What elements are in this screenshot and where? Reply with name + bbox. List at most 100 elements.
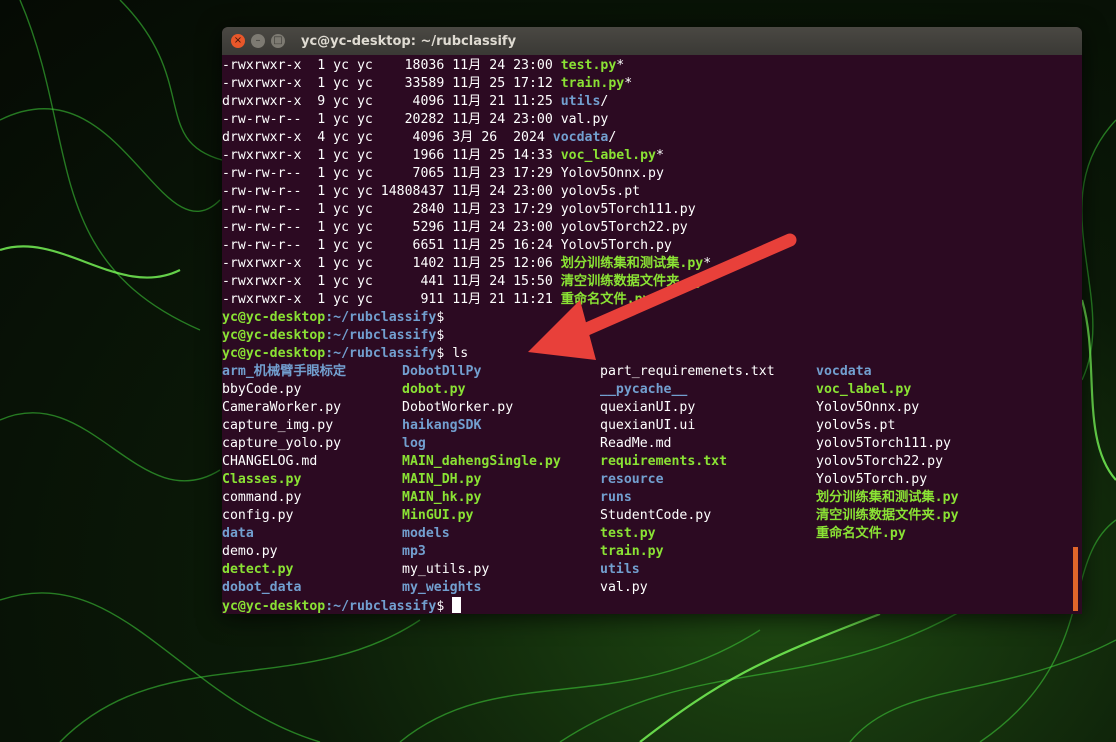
- listing-row: -rwxrwxr-x 1 yc yc 1966 11月 25 14:33 voc…: [222, 147, 1082, 165]
- maximize-button[interactable]: □: [271, 34, 285, 48]
- listing-row: -rw-rw-r-- 1 yc yc 20282 11月 24 23:00 va…: [222, 111, 1082, 129]
- ls-row: config.py MinGUI.py StudentCode.py 清空训练数据文件…: [222, 507, 1082, 525]
- ls-entry: data: [222, 526, 254, 541]
- maximize-icon: □: [273, 35, 283, 46]
- ls-entry: Classes.py: [222, 472, 302, 487]
- listing-row: -rw-rw-r-- 1 yc yc 14808437 11月 24 23:00…: [222, 183, 1082, 201]
- ls-entry: haikangSDK: [402, 418, 482, 433]
- prompt-line: yc@yc-desktop:~/rubclassify$: [222, 597, 1082, 614]
- terminal-window[interactable]: × – □ yc@yc-desktop: ~/rubclassify -rwxr…: [222, 27, 1082, 614]
- title-bar[interactable]: × – □ yc@yc-desktop: ~/rubclassify: [222, 27, 1082, 55]
- scrollbar[interactable]: [1073, 547, 1078, 611]
- listing-meta: -rw-rw-r-- 1 yc yc 2840 11月 23 17:29: [222, 202, 561, 217]
- ls-entry: 划分训练集和测试集.py: [816, 490, 959, 505]
- listing-filename: utils: [560, 94, 601, 109]
- listing-row: -rw-rw-r-- 1 yc yc 6651 11月 25 16:24 Yol…: [222, 237, 1082, 255]
- listing-suffix: *: [703, 274, 712, 289]
- listing-meta: -rwxrwxr-x 1 yc yc 18036 11月 24 23:00: [222, 58, 561, 73]
- minimize-button[interactable]: –: [251, 34, 265, 48]
- listing-row: drwxrwxr-x 4 yc yc 4096 3月 26 2024 vocda…: [222, 129, 1082, 147]
- listing-filename: test.py: [560, 58, 617, 73]
- close-button[interactable]: ×: [231, 34, 245, 48]
- prompt-path: :~/rubclassify: [325, 328, 437, 343]
- ls-entry: MinGUI.py: [402, 508, 474, 523]
- terminal-output[interactable]: -rwxrwxr-x 1 yc yc 18036 11月 24 23:00 te…: [222, 57, 1082, 614]
- listing-meta: -rw-rw-r-- 1 yc yc 14808437 11月 24 23:00: [222, 184, 561, 199]
- listing-suffix: *: [650, 292, 659, 307]
- ls-entry: runs: [600, 490, 632, 505]
- ls-entry: demo.py: [222, 544, 278, 559]
- ls-entry: my_utils.py: [402, 562, 490, 577]
- ls-entry: voc_label.py: [816, 382, 912, 397]
- ls-entry: capture_img.py: [222, 418, 334, 433]
- prompt-symbol: $: [436, 310, 445, 325]
- listing-filename: yolov5Torch22.py: [560, 220, 688, 235]
- prompt-user-host: yc@yc-desktop: [222, 328, 326, 343]
- ls-entry: detect.py: [222, 562, 294, 577]
- ls-row: bbyCode.py dobot.py __pycache__ voc_label.p…: [222, 381, 1082, 399]
- text-cursor: [452, 597, 462, 613]
- ls-row: capture_yolo.py log ReadMe.md yolov5Torch11…: [222, 435, 1082, 453]
- ls-entry: quexianUI.py: [600, 400, 696, 415]
- command-text: ls: [444, 346, 469, 361]
- ls-entry: yolov5Torch22.py: [816, 454, 944, 469]
- listing-meta: -rw-rw-r-- 1 yc yc 20282 11月 24 23:00: [222, 112, 561, 127]
- prompt-path: :~/rubclassify: [325, 310, 437, 325]
- listing-suffix: *: [616, 58, 625, 73]
- prompt-line: yc@yc-desktop:~/rubclassify$ ls: [222, 345, 1082, 363]
- ls-entry: CHANGELOG.md: [222, 454, 318, 469]
- listing-row: -rwxrwxr-x 1 yc yc 1402 11月 25 12:06 划分训…: [222, 255, 1082, 273]
- ls-entry: train.py: [600, 544, 664, 559]
- prompt-line: yc@yc-desktop:~/rubclassify$: [222, 309, 1082, 327]
- ls-entry: DobotDllPy: [402, 364, 482, 379]
- ls-entry: MAIN_hk.py: [402, 490, 482, 505]
- ls-entry: vocdata: [816, 364, 872, 379]
- ls-row: arm_机械臂手眼标定 DobotDllPy part_requiremenets.…: [222, 363, 1082, 381]
- listing-meta: -rwxrwxr-x 1 yc yc 1402 11月 25 12:06: [222, 256, 561, 271]
- ls-entry: part_requiremenets.txt: [600, 364, 775, 379]
- ls-entry: MAIN_DH.py: [402, 472, 482, 487]
- listing-suffix: /: [608, 130, 617, 145]
- listing-row: -rw-rw-r-- 1 yc yc 2840 11月 23 17:29 yol…: [222, 201, 1082, 219]
- ls-entry: dobot.py: [402, 382, 466, 397]
- ls-entry: models: [402, 526, 450, 541]
- ls-entry: StudentCode.py: [600, 508, 712, 523]
- listing-meta: -rw-rw-r-- 1 yc yc 5296 11月 24 23:00: [222, 220, 561, 235]
- listing-filename: vocdata: [552, 130, 609, 145]
- listing-row: drwxrwxr-x 9 yc yc 4096 11月 21 11:25 uti…: [222, 93, 1082, 111]
- listing-filename: yolov5Torch111.py: [560, 202, 696, 217]
- ls-row: detect.py my_utils.py utils: [222, 561, 1082, 579]
- listing-filename: yolov5s.pt: [560, 184, 641, 199]
- prompt-line: yc@yc-desktop:~/rubclassify$: [222, 327, 1082, 345]
- ls-row: data models test.py 重命名文件.py: [222, 525, 1082, 543]
- listing-meta: -rw-rw-r-- 1 yc yc 6651 11月 25 16:24: [222, 238, 561, 253]
- ls-row: CHANGELOG.md MAIN_dahengSingle.py requirem…: [222, 453, 1082, 471]
- ls-entry: bbyCode.py: [222, 382, 302, 397]
- ls-row: capture_img.py haikangSDK quexianUI.ui yolo…: [222, 417, 1082, 435]
- listing-row: -rwxrwxr-x 1 yc yc 911 11月 21 11:21 重命名文…: [222, 291, 1082, 309]
- prompt-symbol: $: [436, 328, 445, 343]
- listing-row: -rwxrwxr-x 1 yc yc 441 11月 24 15:50 清空训练…: [222, 273, 1082, 291]
- ls-entry: capture_yolo.py: [222, 436, 342, 451]
- ls-entry: MAIN_dahengSingle.py: [402, 454, 561, 469]
- ls-entry: 清空训练数据文件夹.py: [816, 508, 959, 523]
- ls-row: command.py MAIN_hk.py runs 划分训练集和测试集.py: [222, 489, 1082, 507]
- ls-row: demo.py mp3 train.py: [222, 543, 1082, 561]
- ls-entry: CameraWorker.py: [222, 400, 342, 415]
- ls-entry: config.py: [222, 508, 294, 523]
- listing-meta: drwxrwxr-x 9 yc yc 4096 11月 21 11:25: [222, 94, 561, 109]
- prompt-path: :~/rubclassify: [325, 346, 437, 361]
- listing-filename: val.py: [560, 112, 609, 127]
- minimize-icon: –: [255, 35, 261, 46]
- listing-suffix: *: [624, 76, 633, 91]
- ls-entry: yolov5s.pt: [816, 418, 896, 433]
- ls-entry: mp3: [402, 544, 426, 559]
- ls-entry: utils: [600, 562, 640, 577]
- listing-meta: -rwxrwxr-x 1 yc yc 33589 11月 25 17:12: [222, 76, 561, 91]
- window-title: yc@yc-desktop: ~/rubclassify: [301, 33, 517, 49]
- ls-entry: ReadMe.md: [600, 436, 672, 451]
- ls-entry: test.py: [600, 526, 656, 541]
- prompt-user-host: yc@yc-desktop: [222, 310, 326, 325]
- close-icon: ×: [233, 35, 243, 46]
